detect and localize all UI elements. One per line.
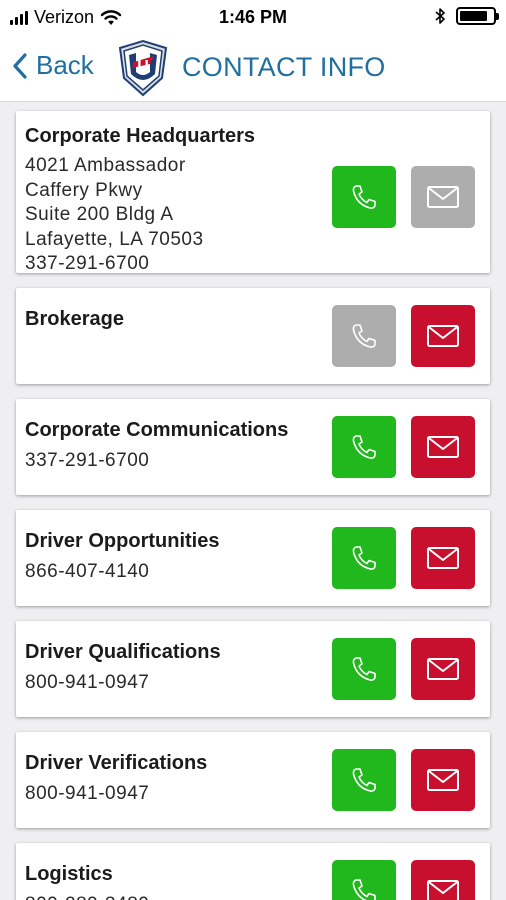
contact-list[interactable]: Corporate Headquarters 4021 Ambassador Caf… bbox=[0, 102, 506, 900]
call-button[interactable] bbox=[332, 860, 396, 900]
back-label: Back bbox=[36, 50, 94, 80]
contact-detail-line: 337-291-6700 bbox=[25, 253, 150, 275]
mail-icon bbox=[427, 547, 459, 569]
page-title: CONTACT INFO bbox=[182, 52, 386, 82]
chevron-left-icon bbox=[13, 52, 27, 79]
status-right bbox=[435, 7, 499, 25]
contact-details: 800-941-0947 bbox=[25, 782, 149, 807]
contact-details: 800-941-0947 bbox=[25, 671, 149, 696]
status-time: 1:46 PM bbox=[218, 7, 288, 27]
mail-icon bbox=[427, 186, 459, 208]
phone-icon bbox=[352, 768, 376, 792]
email-button[interactable] bbox=[411, 305, 475, 367]
contact-name: Driver Opportunities bbox=[25, 530, 220, 552]
phone-icon bbox=[352, 185, 376, 209]
contact-detail-line: 800-941-0947 bbox=[25, 672, 150, 693]
email-button[interactable] bbox=[411, 416, 475, 478]
phone-icon bbox=[352, 546, 376, 570]
contact-detail-line: 337-291-6700 bbox=[25, 450, 150, 471]
contact-card: Brokerage bbox=[16, 288, 490, 384]
contact-card: Driver Verifications 800-941-0947 bbox=[16, 732, 490, 828]
contact-name: Brokerage bbox=[25, 308, 124, 330]
mail-icon bbox=[427, 436, 459, 458]
contact-name: Logistics bbox=[25, 863, 113, 885]
contact-detail-line: 4021 Ambassador bbox=[25, 155, 186, 176]
mail-icon bbox=[427, 769, 459, 791]
contact-detail-line: 800-289-3480 bbox=[25, 893, 149, 900]
phone-icon bbox=[352, 879, 376, 900]
contact-card: Logistics 800-289-3480 bbox=[16, 843, 490, 900]
contact-details: 800-289-3480 bbox=[25, 893, 149, 900]
mail-icon bbox=[427, 658, 459, 680]
contact-detail-line: Suite 200 Bldg A bbox=[25, 204, 174, 226]
status-bar: Verizon 1:46 PM bbox=[0, 0, 506, 34]
contact-name: Corporate Communications bbox=[25, 419, 289, 441]
contact-detail-line: Caffery Pkwy bbox=[25, 179, 143, 201]
battery-icon bbox=[456, 7, 499, 25]
email-button[interactable] bbox=[411, 860, 475, 900]
phone-icon bbox=[352, 435, 376, 459]
contact-card: Corporate Communications 337-291-6700 bbox=[16, 399, 490, 495]
contact-card: Driver Qualifications 800-941-0947 bbox=[16, 621, 490, 717]
contact-detail-line: 866-407-4140 bbox=[25, 561, 150, 582]
phone-icon bbox=[352, 657, 376, 681]
back-button[interactable]: Back bbox=[12, 50, 94, 81]
call-button[interactable] bbox=[332, 527, 396, 589]
call-button[interactable] bbox=[332, 749, 396, 811]
contact-details: 4021 Ambassador Caffery Pkwy Suite 200 Bld… bbox=[25, 154, 204, 277]
contact-detail-line: 800-941-0947 bbox=[25, 783, 150, 804]
bluetooth-icon bbox=[435, 8, 445, 24]
contact-name: Corporate Headquarters bbox=[25, 125, 256, 147]
contact-name: Driver Qualifications bbox=[25, 641, 221, 663]
email-button[interactable] bbox=[411, 527, 475, 589]
contact-card: Corporate Headquarters 4021 Ambassador Caf… bbox=[16, 111, 490, 274]
call-button[interactable] bbox=[332, 305, 396, 367]
call-button[interactable] bbox=[332, 416, 396, 478]
email-button[interactable] bbox=[411, 749, 475, 811]
contact-details: 866-407-4140 bbox=[25, 560, 149, 585]
phone-icon bbox=[352, 324, 376, 348]
contact-detail-line: Lafayette, LA 70503 bbox=[25, 228, 204, 250]
email-button[interactable] bbox=[411, 166, 475, 228]
company-logo: U bbox=[118, 39, 168, 97]
mail-icon bbox=[427, 880, 459, 900]
nav-bar: Back U CONTACT INFO bbox=[0, 34, 506, 102]
call-button[interactable] bbox=[332, 166, 396, 228]
contact-details: 337-291-6700 bbox=[25, 449, 149, 474]
contact-card: Driver Opportunities 866-407-4140 bbox=[16, 510, 490, 606]
email-button[interactable] bbox=[411, 638, 475, 700]
logo-letter: U bbox=[137, 58, 149, 75]
battery-fill bbox=[460, 11, 488, 21]
mail-icon bbox=[427, 325, 459, 347]
contact-name: Driver Verifications bbox=[25, 752, 208, 774]
call-button[interactable] bbox=[332, 638, 396, 700]
